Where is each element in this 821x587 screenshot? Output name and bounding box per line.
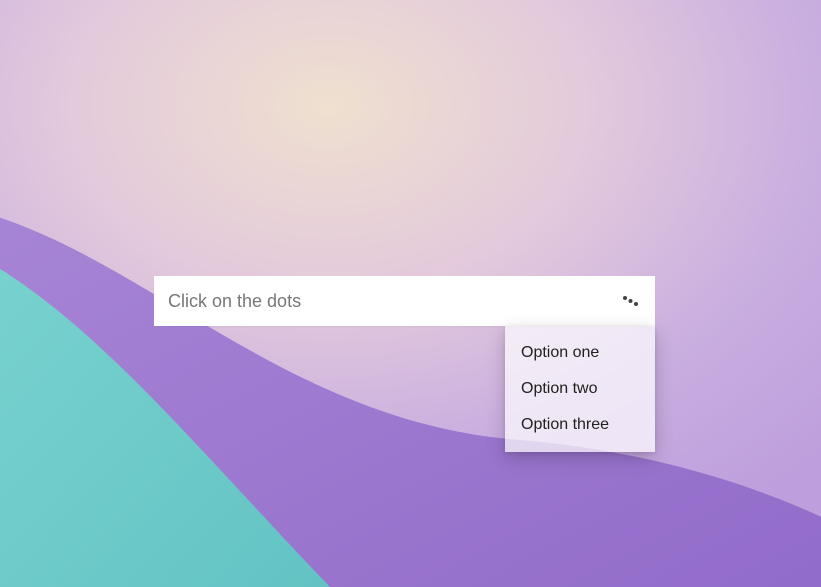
dots-icon [619,291,639,311]
prompt-label: Click on the dots [168,291,301,312]
more-options-button[interactable] [617,289,641,313]
menu-item-label: Option two [521,380,597,397]
menu-item-option-one[interactable]: Option one [505,335,655,371]
menu-item-label: Option three [521,416,609,433]
prompt-panel: Click on the dots [154,276,655,326]
menu-item-option-two[interactable]: Option two [505,371,655,407]
dropdown-menu: Option one Option two Option three [505,326,655,452]
menu-item-option-three[interactable]: Option three [505,407,655,443]
menu-item-label: Option one [521,344,599,361]
